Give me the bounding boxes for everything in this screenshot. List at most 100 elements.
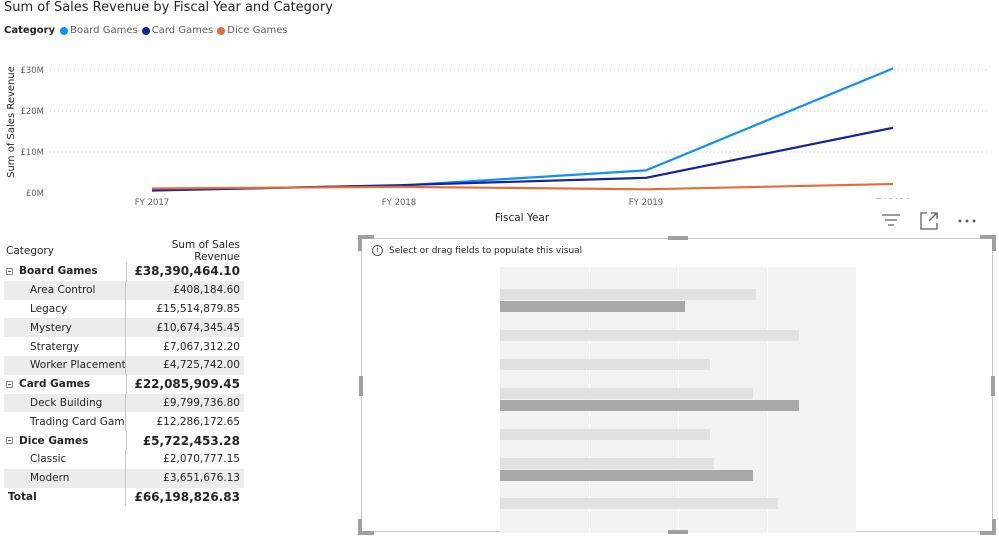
y-axis-title: Sum of Sales Revenue <box>6 66 17 178</box>
matrix-value-cell: £9,799,736.80 <box>163 396 240 409</box>
matrix-value-cell: £408,184.60 <box>173 284 240 297</box>
x-axis-title: Fiscal Year <box>495 212 550 224</box>
legend-item-dice-games[interactable]: Dice Games <box>217 25 288 36</box>
empty-visual-placeholder[interactable]: i Select or drag fields to populate this… <box>358 235 996 535</box>
x-tick-label: FY 2019 <box>629 198 663 208</box>
placeholder-bar <box>500 429 710 440</box>
matrix-row[interactable]: Worker Placement £4,725,742.00 <box>4 355 244 375</box>
matrix-row[interactable]: Deck Building £9,799,736.80 <box>4 393 244 413</box>
resize-handle-top[interactable] <box>668 236 688 240</box>
matrix-group-row[interactable]: Dice Games £5,722,453.28 <box>4 431 244 450</box>
resize-handle-bottom[interactable] <box>668 530 688 534</box>
collapse-icon[interactable] <box>6 267 13 275</box>
x-tick-label: FY 2017 <box>135 198 169 208</box>
matrix-row[interactable]: Modern £3,651,676.13 <box>4 468 244 488</box>
legend-item-card-games[interactable]: Card Games <box>141 25 214 36</box>
x-tick-label: FY 2018 <box>382 198 416 208</box>
matrix-group-row[interactable]: Board Games £38,390,464.10 <box>4 262 244 281</box>
resize-handle-top-right[interactable] <box>980 235 996 251</box>
matrix-value-cell: £3,651,676.13 <box>163 472 240 485</box>
matrix-category-cell: Modern <box>4 468 126 488</box>
legend-label: Board Games <box>70 25 138 36</box>
placeholder-bar <box>500 301 685 312</box>
matrix-category-cell: Trading Card Game <box>4 412 126 432</box>
matrix-category-label: Deck Building <box>30 396 103 409</box>
chart-legend: Category Board Games Card Games Dice Gam… <box>4 25 292 36</box>
legend-dot-icon <box>60 26 69 35</box>
matrix-category-cell: Area Control <box>4 280 126 300</box>
series-line-board-games <box>151 67 894 192</box>
matrix-value-cell: £66,198,826.83 <box>134 489 240 504</box>
matrix-category-cell: Card Games <box>4 374 127 394</box>
matrix-category-cell: Dice Games <box>4 431 127 450</box>
matrix-category-label: Dice Games <box>19 434 89 447</box>
matrix-row[interactable]: Legacy £15,514,879.85 <box>4 299 244 319</box>
matrix-row[interactable]: Stratergy £7,067,312.20 <box>4 337 244 356</box>
matrix-total-row[interactable]: Total £66,198,826.83 <box>4 487 244 507</box>
placeholder-bar <box>500 400 799 411</box>
placeholder-bar <box>500 330 799 341</box>
placeholder-chart-area <box>500 267 856 533</box>
matrix-category-cell: Legacy <box>4 299 126 319</box>
matrix-value-cell: £4,725,742.00 <box>163 359 240 372</box>
visual-header <box>880 210 978 232</box>
matrix-category-label: Mystery <box>30 321 72 334</box>
matrix-value-cell: £15,514,879.85 <box>156 302 241 315</box>
legend-dot-icon <box>217 26 226 35</box>
resize-handle-bottom-left[interactable] <box>358 519 374 535</box>
y-tick-label: £0M <box>26 189 44 199</box>
collapse-icon[interactable] <box>6 380 13 388</box>
chart-title: Sum of Sales Revenue by Fiscal Year and … <box>4 0 333 15</box>
collapse-icon[interactable] <box>6 437 13 445</box>
legend-dot-icon <box>141 26 150 35</box>
matrix-visual[interactable]: Category Sum of Sales Revenue Board Game… <box>4 239 244 507</box>
y-tick-label: £20M <box>20 107 44 117</box>
matrix-category-label: Board Games <box>19 265 98 278</box>
matrix-body: Board Games £38,390,464.10 Area Control £40… <box>4 262 244 507</box>
matrix-category-cell: Classic <box>4 449 126 469</box>
line-chart-visual[interactable]: £0M£10M£20M£30MFY 2017FY 2018FY 2019FY 2… <box>0 0 999 230</box>
placeholder-bar <box>500 289 756 300</box>
legend-label: Card Games <box>151 25 214 36</box>
matrix-value-cell: £38,390,464.10 <box>134 264 240 279</box>
matrix-category-label: Card Games <box>19 378 91 391</box>
matrix-category-cell: Deck Building <box>4 393 126 413</box>
matrix-category-label: Modern <box>30 472 70 485</box>
matrix-header-category[interactable]: Category <box>4 245 129 257</box>
focus-mode-icon[interactable] <box>918 210 940 232</box>
matrix-category-label: Total <box>8 490 37 503</box>
label-mask <box>860 199 940 206</box>
legend-item-board-games[interactable]: Board Games <box>60 25 138 36</box>
matrix-value-cell: £22,085,909.45 <box>134 377 240 392</box>
placeholder-message: i Select or drag fields to populate this… <box>372 245 582 256</box>
matrix-category-label: Classic <box>30 453 67 466</box>
matrix-category-label: Stratergy <box>30 340 80 353</box>
resize-handle-bottom-right[interactable] <box>980 519 996 535</box>
placeholder-bar <box>500 458 714 469</box>
matrix-value-cell: £10,674,345.45 <box>156 321 241 334</box>
matrix-header: Category Sum of Sales Revenue <box>4 239 244 263</box>
matrix-category-cell: Board Games <box>4 262 127 281</box>
matrix-row[interactable]: Area Control £408,184.60 <box>4 280 244 300</box>
matrix-row[interactable]: Trading Card Game £12,286,172.65 <box>4 412 244 432</box>
matrix-category-cell: Mystery <box>4 318 126 338</box>
matrix-category-cell: Total <box>4 487 126 507</box>
matrix-value-cell: £2,070,777.15 <box>163 453 240 466</box>
matrix-value-cell: £12,286,172.65 <box>156 415 241 428</box>
more-options-icon[interactable] <box>956 210 978 232</box>
matrix-group-row[interactable]: Card Games £22,085,909.45 <box>4 374 244 394</box>
resize-handle-top-left[interactable] <box>358 235 374 251</box>
resize-handle-right[interactable] <box>991 376 995 396</box>
y-tick-label: £30M <box>20 66 44 76</box>
matrix-row[interactable]: Classic £2,070,777.15 <box>4 449 244 469</box>
matrix-header-value[interactable]: Sum of Sales Revenue <box>129 239 244 263</box>
placeholder-bar <box>500 388 753 399</box>
placeholder-message-text: Select or drag fields to populate this v… <box>389 245 583 256</box>
y-tick-label: £10M <box>20 148 44 158</box>
filter-icon[interactable] <box>880 210 902 232</box>
matrix-category-label: Legacy <box>30 302 68 315</box>
matrix-category-label: Worker Placement <box>30 359 126 372</box>
matrix-category-cell: Stratergy <box>4 337 126 356</box>
resize-handle-left[interactable] <box>359 376 363 396</box>
matrix-row[interactable]: Mystery £10,674,345.45 <box>4 318 244 338</box>
